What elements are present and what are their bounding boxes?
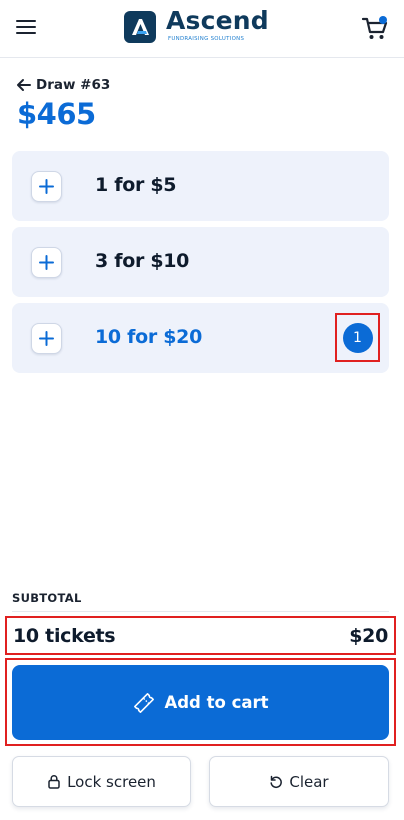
hamburger-menu-icon (16, 20, 36, 22)
add-option-button[interactable] (31, 171, 62, 202)
cart-notification-dot (379, 16, 387, 24)
ticket-option-1[interactable]: 1 for $5 (12, 151, 389, 221)
divider (12, 611, 389, 612)
subtotal-tickets: 10 tickets (13, 625, 116, 647)
ticket-option-3[interactable]: 10 for $20 1 (12, 303, 389, 373)
clear-button[interactable]: Clear (209, 756, 389, 807)
plus-icon (39, 179, 54, 194)
logo-wordmark: Ascend (166, 6, 269, 35)
app-header: Ascend FUNDRAISING SOLUTIONS (0, 0, 404, 58)
clear-label: Clear (289, 772, 329, 791)
lock-screen-label: Lock screen (67, 772, 156, 791)
quantity-highlight: 1 (335, 313, 380, 362)
brand-logo: Ascend FUNDRAISING SOLUTIONS (124, 6, 284, 46)
logo-mark-icon (124, 11, 156, 43)
option-label: 3 for $10 (95, 250, 190, 272)
plus-icon (39, 255, 54, 270)
logo-subtitle: FUNDRAISING SOLUTIONS (168, 36, 245, 42)
ticket-option-2[interactable]: 3 for $10 (12, 227, 389, 297)
subtotal-row: 10 tickets $20 (5, 616, 396, 655)
add-to-cart-button[interactable]: Add to cart (12, 665, 389, 740)
subtotal-amount: $20 (349, 625, 388, 647)
add-option-button[interactable] (31, 323, 62, 354)
quantity-badge: 1 (342, 322, 373, 353)
ticket-icon (134, 692, 155, 713)
add-option-button[interactable] (31, 247, 62, 278)
arrow-left-icon (17, 79, 31, 91)
option-label: 1 for $5 (95, 174, 177, 196)
reset-icon (270, 775, 283, 788)
back-link[interactable]: Draw #63 (16, 76, 110, 94)
plus-icon (39, 331, 54, 346)
option-label: 10 for $20 (95, 326, 203, 348)
subtotal-label: SUBTOTAL (12, 591, 82, 605)
add-to-cart-label: Add to cart (164, 693, 269, 712)
menu-button[interactable] (16, 17, 38, 37)
lock-screen-button[interactable]: Lock screen (12, 756, 191, 807)
draw-title: Draw #63 (36, 77, 111, 93)
lock-icon (48, 775, 60, 789)
jackpot-amount: $465 (17, 97, 96, 131)
